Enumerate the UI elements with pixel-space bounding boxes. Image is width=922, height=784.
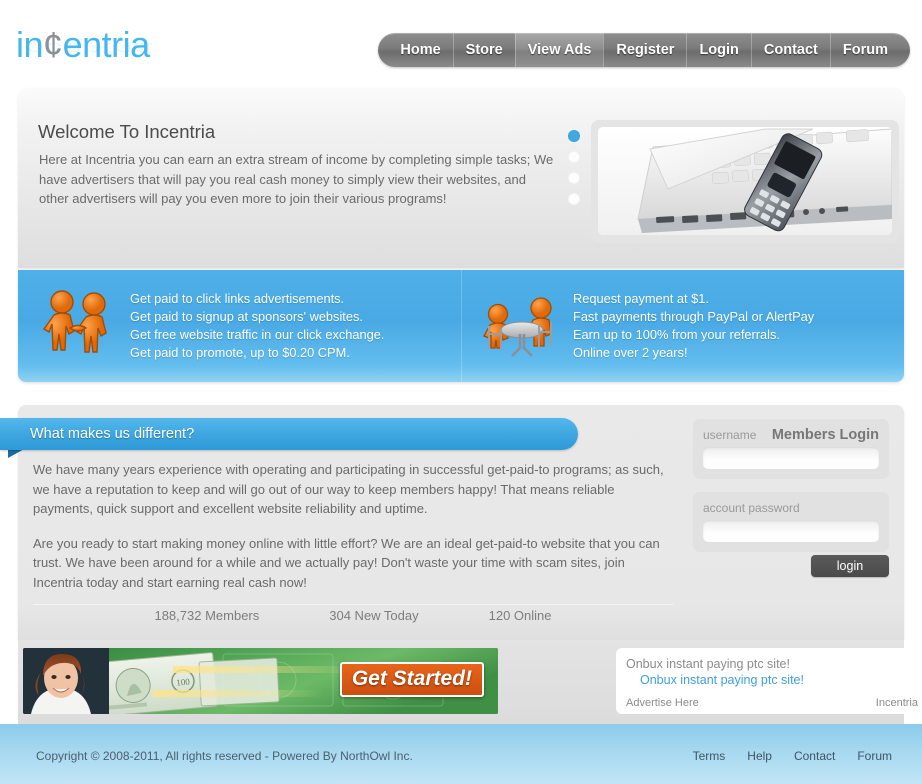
stat-online: 120 Online [488,608,552,623]
text-ad-title: Onbux instant paying ptc site! [626,657,790,671]
feature-item: Request payment at $1. [573,291,709,306]
footer-link-forum[interactable]: Forum [857,749,892,763]
feature-list-earning: Get paid to click links advertisements. … [130,290,384,362]
slide-image-laptop-phone[interactable] [598,127,892,235]
feature-column-earning: Get paid to click links advertisements. … [18,270,461,382]
feature-item: Earn up to 100% from your referrals. [573,327,780,342]
svg-text:100: 100 [176,677,191,688]
main-navigation: Home Store View Ads Register Login Conta… [378,33,910,67]
welcome-title: Welcome To Incentria [38,121,216,142]
text-ad-site-name: Incentria [875,697,918,709]
nav-item-view-ads[interactable]: View Ads [514,33,604,67]
slideshow-frame [591,120,899,242]
stats-divider [33,604,673,605]
stat-new-today: 304 New Today [329,608,419,623]
password-input[interactable] [703,520,879,542]
feature-list-payments: Request payment at $1. Fast payments thr… [573,290,814,362]
feature-item: Fast payments through PayPal or AlertPay [573,309,815,324]
slideshow-dots [568,130,580,205]
about-paragraph-2: Are you ready to start making money onli… [33,535,660,590]
footer-link-terms[interactable]: Terms [693,749,726,763]
feature-item: Get paid to signup at sponsors' websites… [130,309,363,324]
site-stats: 188,732 Members 304 New Today 120 Online [33,608,673,623]
feature-item: Get paid to click links advertisements. [130,291,345,306]
slide-dot-4[interactable] [568,193,580,205]
nav-item-contact[interactable]: Contact [750,33,830,67]
password-label: account password [703,501,800,515]
logo-text-second: entria [62,24,151,65]
footer-link-help[interactable]: Help [747,749,772,763]
members-login-title: Members Login [771,427,879,443]
password-field-group: account password [693,492,889,552]
about-paragraph-1: We have many years experience with opera… [33,462,664,516]
login-button[interactable]: login [811,555,889,577]
text-ad-footer: Advertise Here Incentria [626,697,918,709]
nav-item-home[interactable]: Home [388,33,452,67]
get-started-button[interactable]: Get Started! [339,662,484,697]
members-login-box: username Members Login account password … [693,419,889,577]
username-input[interactable] [703,447,879,469]
ribbon-title: What makes us different? [30,426,195,442]
banner-ad[interactable]: 100 Get Started! [23,648,498,714]
section-ribbon: What makes us different? [0,418,580,458]
site-logo[interactable]: in¢entria [16,24,150,66]
ads-strip: 100 Get Started! Onbux instant paying pt… [18,640,922,724]
slide-dot-2[interactable] [568,151,580,163]
feature-column-payments: Request payment at $1. Fast payments thr… [461,270,904,382]
text-ad-box: Onbux instant paying ptc site! Onbux ins… [616,648,922,714]
slide-dot-3[interactable] [568,172,580,184]
text-ad-link[interactable]: Onbux instant paying ptc site! [640,672,918,688]
nav-item-register[interactable]: Register [603,33,686,67]
footer-link-contact[interactable]: Contact [794,749,835,763]
footer-inner: Copyright © 2008-2011, All rights reserv… [36,749,892,763]
figures-at-table-icon [479,282,565,370]
copyright-text: Copyright © 2008-2011, All rights reserv… [36,749,413,763]
nav-item-store[interactable]: Store [452,33,515,67]
username-field-group: username Members Login [693,419,889,479]
handshake-figures-icon [36,282,122,370]
page-root: in¢entria incentria Home Store View Ads … [0,0,922,784]
site-footer: Copyright © 2008-2011, All rights reserv… [0,724,922,784]
feature-item: Get free website traffic in our click ex… [130,327,385,342]
slide-dot-1[interactable] [568,130,580,142]
footer-links: Terms Help Contact Forum [693,749,892,763]
nav-item-login[interactable]: Login [686,33,750,67]
features-band: Get paid to click links advertisements. … [18,270,904,382]
welcome-text: Here at Incentria you can earn an extra … [39,152,554,206]
ribbon-banner: What makes us different? [0,418,578,450]
advertise-here-link[interactable]: Advertise Here [626,697,699,709]
site-header: in¢entria incentria Home Store View Ads … [0,0,922,88]
nav-item-forum[interactable]: Forum [829,33,900,67]
feature-item: Get paid to promote, up to $0.20 CPM. [130,345,350,360]
logo-text-first: in [16,24,44,65]
stat-members: 188,732 Members [154,608,260,623]
welcome-panel: Welcome To Incentria Here at Incentria y… [18,88,904,268]
feature-item: Online over 2 years! [573,345,688,360]
about-text: We have many years experience with opera… [33,460,673,592]
cent-icon: ¢ [43,24,63,65]
